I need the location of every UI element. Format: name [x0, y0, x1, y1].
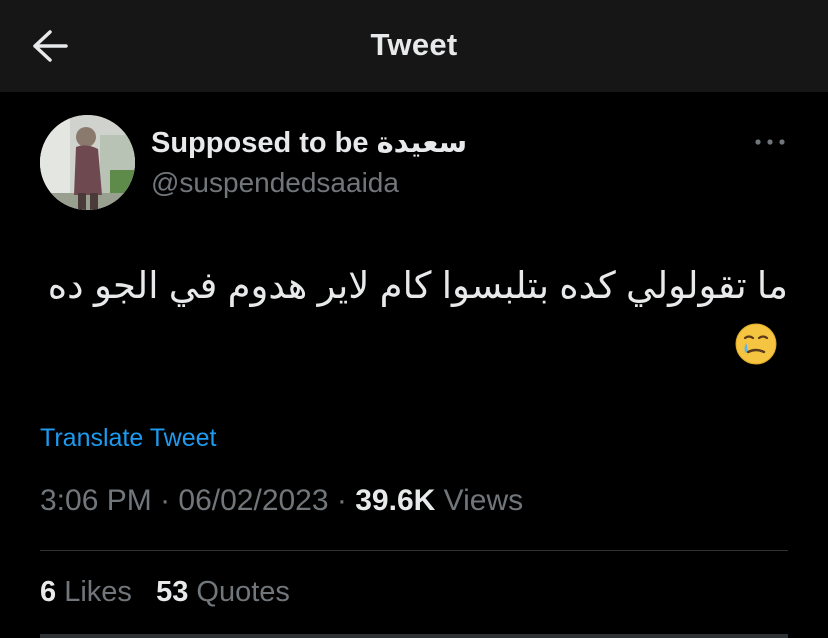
tweet-text: ما تقولولي كده بتلبسوا كام لاير هدوم في …	[40, 258, 788, 370]
avatar-photo	[40, 115, 135, 210]
tweet-time[interactable]: 3:06 PM	[40, 484, 152, 517]
quotes-label: Quotes	[196, 576, 290, 608]
divider	[40, 550, 788, 551]
translate-tweet-link[interactable]: Translate Tweet	[40, 424, 216, 453]
separator: ·	[151, 484, 179, 517]
smiling-face-with-tear-icon	[734, 322, 778, 366]
author-handle[interactable]: @suspendedsaaida	[151, 167, 399, 199]
more-options-button[interactable]	[752, 132, 788, 152]
tweet-metadata: 3:06 PM · 06/02/2023 · 39.6K Views	[40, 484, 523, 518]
author-display-name[interactable]: Supposed to be سعيدة	[151, 125, 467, 160]
avatar[interactable]	[40, 115, 135, 210]
more-horizontal-icon	[755, 139, 785, 145]
likes-stat[interactable]: 6 Likes	[40, 576, 132, 608]
tweet-date[interactable]: 06/02/2023	[178, 484, 328, 517]
quotes-stat[interactable]: 53 Quotes	[156, 576, 290, 608]
views-label: Views	[443, 484, 524, 517]
page-title: Tweet	[370, 27, 458, 62]
tweet-body: ما تقولولي كده بتلبسوا كام لاير هدوم في …	[47, 265, 788, 306]
engagement-stats: 6 Likes 53 Quotes	[40, 576, 290, 609]
separator: ·	[328, 484, 356, 517]
views-count: 39.6K	[355, 484, 436, 517]
top-bar: Tweet	[0, 0, 828, 92]
likes-label: Likes	[64, 576, 132, 608]
divider	[40, 634, 788, 638]
likes-count: 6	[40, 576, 57, 608]
quotes-count: 53	[156, 576, 189, 608]
